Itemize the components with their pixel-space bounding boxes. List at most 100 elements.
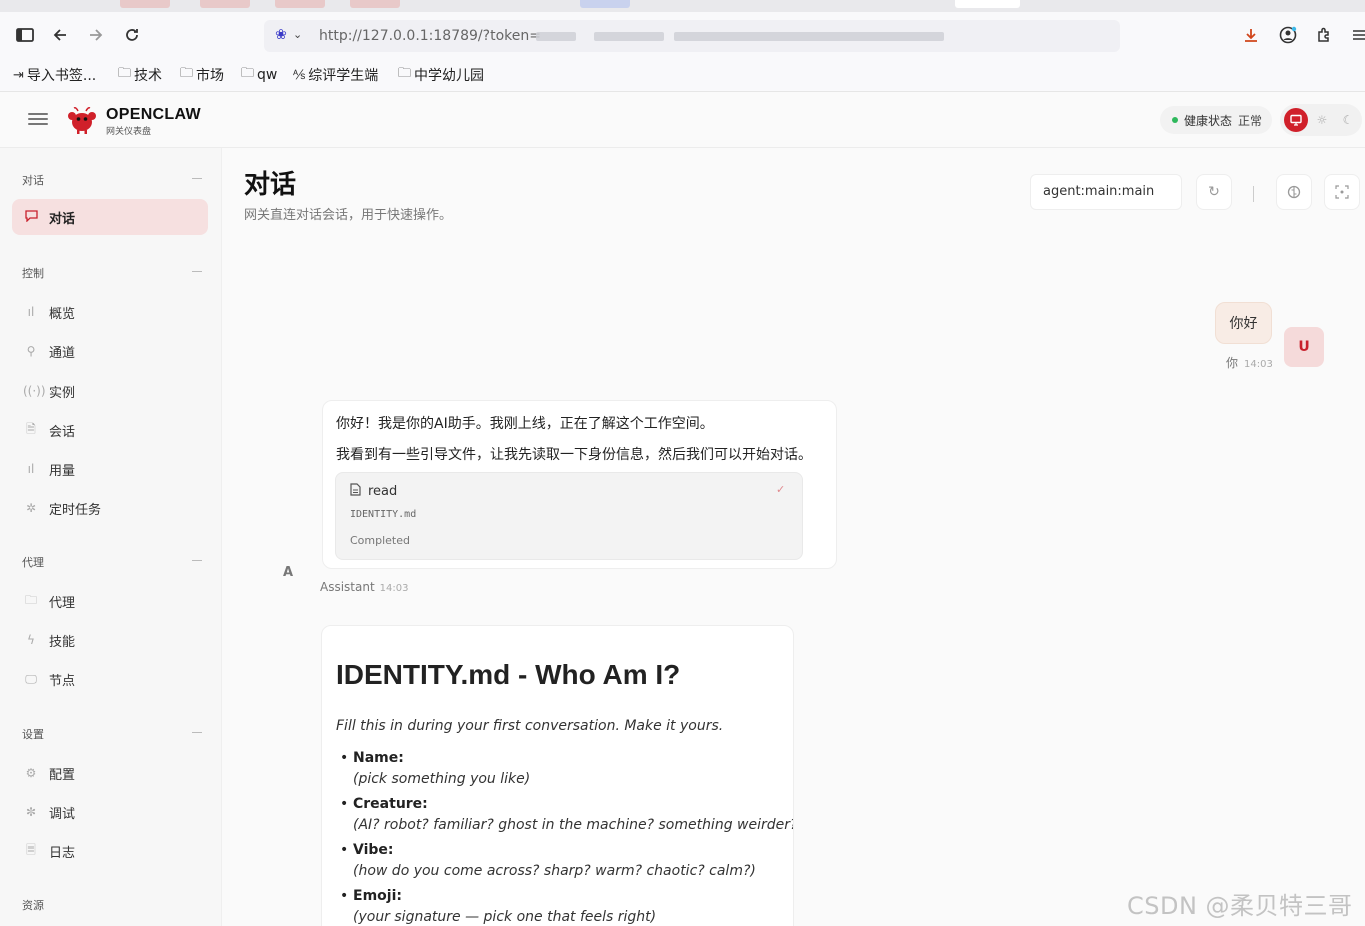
sidebar-item-label: 代理 [49, 595, 76, 611]
sidebar-item-label: 节点 [49, 673, 76, 689]
browser-tab[interactable] [200, 0, 250, 8]
hamburger-menu-icon[interactable] [28, 110, 48, 128]
sidebar-item-nodes[interactable]: 🖵 节点 [12, 661, 208, 697]
status-dot-icon [1172, 117, 1178, 123]
assistant-name: Assistant [320, 580, 375, 594]
markdown-heading: IDENTITY.md - Who Am I? [336, 659, 681, 690]
section-title-settings: 设置 [22, 728, 44, 741]
page-title: 对话 [244, 170, 297, 200]
file-icon: 🗎 [26, 421, 36, 436]
collapse-icon[interactable] [192, 560, 202, 561]
health-value: 正常 [1238, 113, 1263, 128]
brand-title: OPENCLAW [106, 106, 201, 123]
monitor-theme-icon[interactable] [1284, 108, 1308, 132]
watermark: CSDN @柔贝特三哥 [1127, 892, 1353, 920]
browser-tab-active[interactable] [955, 0, 1020, 8]
focus-mode-icon[interactable] [1324, 174, 1360, 210]
chevron-down-icon[interactable]: ⌄ [293, 26, 302, 44]
download-icon[interactable] [1238, 22, 1264, 48]
sidebar-item-label: 会话 [49, 424, 76, 440]
loader-icon: ✲ [25, 501, 37, 515]
extensions-icon[interactable] [1311, 22, 1337, 48]
site-identity-icon[interactable]: ❀ [272, 26, 290, 44]
app-header: OPENCLAW 网关仪表盘 健康状态 正常 ☼ ☾ [0, 92, 1365, 148]
sidebar-item-config[interactable]: ⚙ 配置 [12, 755, 208, 791]
browser-tab[interactable] [120, 0, 170, 8]
health-status-badge: 健康状态 正常 [1160, 106, 1273, 134]
sidebar-item-label: 概览 [49, 306, 76, 322]
sidebar-item-debug[interactable]: ✼ 调试 [12, 794, 208, 830]
sidebar-item-logs[interactable]: 🗏 日志 [12, 833, 208, 869]
tool-name: read [368, 484, 398, 499]
sun-icon[interactable]: ☼ [1310, 108, 1334, 132]
page-subtitle: 网关直连对话会话，用于快速操作。 [244, 208, 453, 223]
moon-icon[interactable]: ☾ [1336, 108, 1360, 132]
sidebar-item-label: 调试 [49, 806, 76, 822]
collapse-icon[interactable] [192, 178, 202, 179]
section-title-chat: 对话 [22, 174, 44, 187]
sidebar-item-cron[interactable]: ✲ 定时任务 [12, 490, 208, 526]
folder-icon: 🗀 [241, 66, 255, 81]
bug-icon: ✼ [25, 805, 37, 819]
browser-tab[interactable] [580, 0, 630, 8]
brain-icon[interactable] [1276, 174, 1312, 210]
reload-icon[interactable] [119, 22, 145, 48]
message-icon [23, 209, 39, 225]
sidebar-item-instances[interactable]: ((·)) 实例 [12, 373, 208, 409]
brand-subtitle: 网关仪表盘 [106, 127, 152, 137]
bookmark-folder-qw[interactable]: 🗀 qw [241, 65, 277, 85]
avatar: A [282, 564, 294, 580]
theme-switcher: ☼ ☾ [1280, 104, 1362, 136]
avatar: U [1284, 327, 1324, 367]
folder-icon: 🗀 [180, 66, 194, 81]
collapse-icon[interactable] [192, 271, 202, 272]
sidebar-item-overview[interactable]: ıl 概览 [12, 294, 208, 330]
back-icon[interactable] [47, 22, 73, 48]
import-icon: ⇥ [13, 67, 24, 83]
user-message-time: 14:03 [1244, 359, 1273, 370]
session-key-input[interactable]: agent:main:main [1030, 174, 1182, 210]
sidebar-item-agents[interactable]: 🗀 代理 [12, 583, 208, 619]
health-label: 健康状态 [1184, 113, 1233, 128]
address-bar[interactable]: ❀ ⌄ http://127.0.0.1:18789/?token= [264, 20, 1120, 52]
assistant-message-bubble: 你好！我是你的AI助手。我刚上线，正在了解这个工作空间。 我看到有一些引导文件，… [322, 400, 837, 569]
user-name: 你 [1226, 356, 1239, 370]
link-icon: ⅍ [293, 68, 306, 83]
tool-call-card[interactable]: read IDENTITY.md Completed ✓ [335, 472, 803, 560]
folder-icon: 🗀 [398, 66, 412, 81]
sidebar-item-label: 技能 [49, 634, 76, 650]
url-redacted [674, 32, 944, 41]
forward-icon[interactable] [83, 22, 109, 48]
tool-status: Completed [350, 534, 410, 547]
bookmark-import[interactable]: ⇥ 导入书签... [13, 65, 96, 85]
bar-chart-icon: ıl [27, 462, 35, 476]
bookmark-student[interactable]: ⅍ 综评学生端 [293, 65, 378, 85]
bookmark-folder-market[interactable]: 🗀 市场 [180, 65, 224, 85]
sidebar-item-label: 日志 [49, 845, 76, 861]
sidebar: 对话 对话 控制 ıl 概览 ⚲ 通道 ((·)) 实例 🗎 会话 ıl 用量 ✲ 定时任务… [0, 148, 222, 926]
browser-tab[interactable] [350, 0, 400, 8]
sidebar-item-skills[interactable]: ϟ 技能 [12, 622, 208, 658]
sidebar-item-usage[interactable]: ıl 用量 [12, 451, 208, 487]
browser-tab[interactable] [275, 0, 325, 8]
account-icon[interactable] [1275, 22, 1301, 48]
sidebar-item-chat[interactable]: 对话 [12, 199, 208, 235]
section-title-resources: 资源 [22, 899, 44, 912]
folder-icon: 🗀 [118, 66, 132, 81]
sidebar-item-label: 通道 [49, 345, 76, 361]
sidebar-item-sessions[interactable]: 🗎 会话 [12, 412, 208, 448]
refresh-icon[interactable]: ↻ [1196, 174, 1232, 210]
section-title-agent: 代理 [22, 556, 44, 569]
link-icon: ⚲ [26, 344, 36, 358]
bookmark-folder-school[interactable]: 🗀 中学幼儿园 [398, 65, 484, 85]
assistant-text-line: 你好！我是你的AI助手。我刚上线，正在了解这个工作空间。 [336, 416, 714, 432]
collapse-icon[interactable] [192, 732, 202, 733]
section-title-control: 控制 [22, 267, 44, 280]
sidebar-item-channels[interactable]: ⚲ 通道 [12, 333, 208, 369]
sidebar-toggle-icon[interactable] [12, 22, 38, 48]
folder-icon: 🗀 [24, 592, 37, 607]
bookmark-folder-tech[interactable]: 🗀 技术 [118, 65, 162, 85]
menu-icon[interactable] [1346, 22, 1365, 48]
markdown-message-card: IDENTITY.md - Who Am I? Fill this in dur… [321, 625, 794, 926]
user-message-bubble: 你好 [1215, 302, 1272, 344]
